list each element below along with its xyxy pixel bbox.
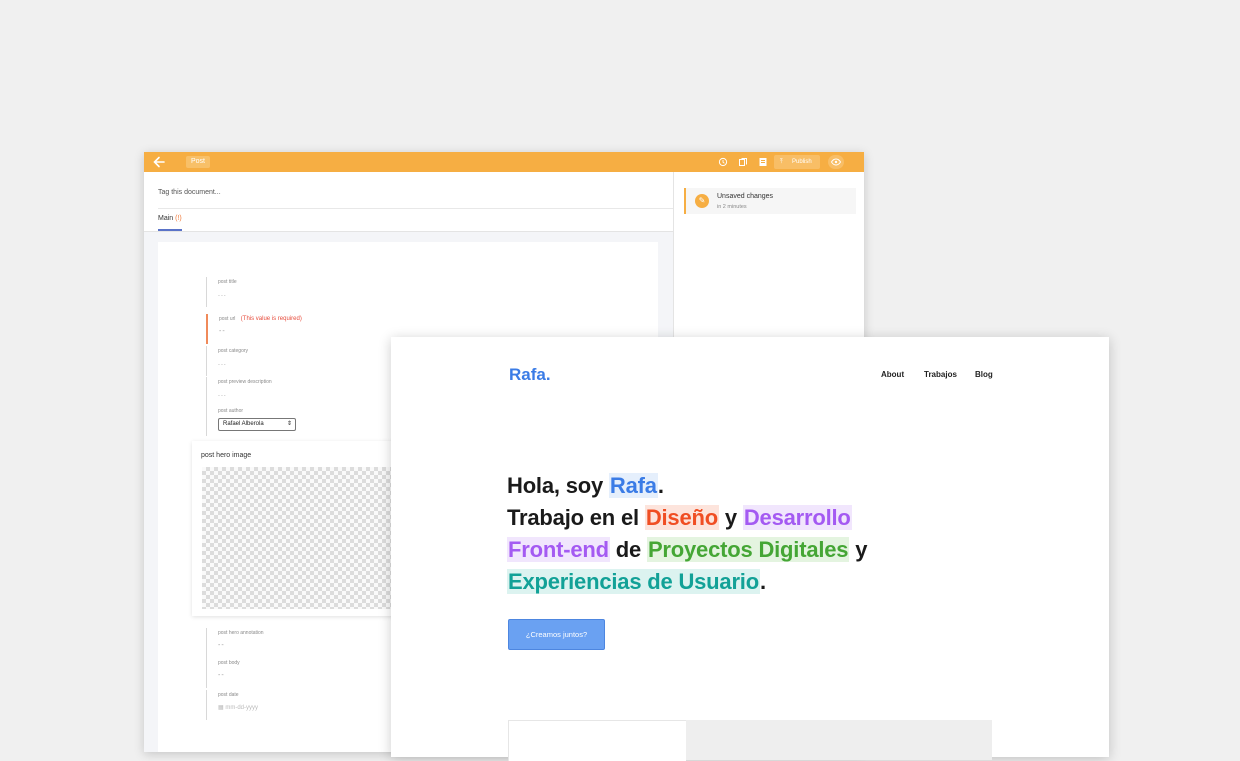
status-subtitle: in 2 minutes <box>717 204 747 210</box>
calendar-icon: ▦ <box>218 705 224 711</box>
field-value: ... <box>218 391 227 398</box>
field-post-date[interactable]: post date ▦ mm-dd-yyyy <box>206 690 258 720</box>
headline-line-4: Experiencias de Usuario. <box>507 566 867 598</box>
field-label-text: post url <box>219 316 236 322</box>
field-post-hero-annotation[interactable]: post hero annotation -- <box>206 628 264 658</box>
field-post-title[interactable]: post title ... <box>206 277 237 307</box>
headline-text: . <box>657 473 664 498</box>
field-label: post category <box>218 348 249 354</box>
nav-link-about[interactable]: About <box>881 370 904 379</box>
highlight-proyectos: Proyectos Digitales <box>646 537 850 562</box>
status-title: Unsaved changes <box>717 193 774 200</box>
highlight-desarrollo: Desarrollo <box>742 505 852 530</box>
field-value: ... <box>218 360 227 367</box>
project-preview-card[interactable] <box>508 720 686 761</box>
date-input[interactable]: ▦ mm-dd-yyyy <box>218 704 258 711</box>
hero-image-label: post hero image <box>201 452 252 459</box>
author-select-value: Rafael Alberola <box>223 421 264 427</box>
select-arrow-icon: ⇕ <box>286 421 292 427</box>
headline-text: de <box>609 537 647 562</box>
tab-main-label: Main <box>158 215 174 222</box>
pencil-icon: ✎ <box>695 194 709 208</box>
headline-text: . <box>759 569 766 594</box>
field-post-category[interactable]: post category ... <box>206 346 248 376</box>
field-label: post date <box>218 692 239 698</box>
field-post-body[interactable]: post body -- <box>206 658 240 688</box>
history-icon[interactable] <box>718 157 728 167</box>
highlight-name: Rafa <box>608 473 658 498</box>
field-value: -- <box>218 672 225 679</box>
field-label: post author <box>218 408 244 414</box>
tab-main[interactable]: Main (!) <box>158 215 182 222</box>
cms-topbar: Post ⤒ Publish <box>144 152 864 172</box>
tag-document-input[interactable]: Tag this document... <box>158 189 221 196</box>
document-icon[interactable] <box>758 157 768 167</box>
headline-line-2: Trabajo en el Diseño y Desarrollo <box>507 502 867 534</box>
eye-icon <box>830 158 842 166</box>
field-post-author: post author Rafael Alberola ⇕ <box>206 406 296 436</box>
highlight-diseno: Diseño <box>644 505 719 530</box>
tab-post[interactable]: Post <box>186 156 211 168</box>
headline-line-3: Front-end de Proyectos Digitales y <box>507 534 867 566</box>
preview-button[interactable] <box>828 155 844 169</box>
highlight-frontend: Front-end <box>507 537 610 562</box>
headline-line-1: Hola, soy Rafa. <box>507 470 867 502</box>
copy-icon[interactable] <box>738 157 748 167</box>
upload-icon: ⤒ <box>780 159 783 165</box>
project-preview-image <box>685 720 992 760</box>
cta-button[interactable]: ¿Creamos juntos? <box>508 619 605 650</box>
portfolio-window: Rafa. About Trabajos Blog Hola, soy Rafa… <box>391 337 1109 761</box>
headline-text: Trabajo en el <box>507 505 645 530</box>
field-error-message: (This value is required) <box>240 316 302 322</box>
field-label: post title <box>218 279 237 285</box>
status-panel: ✎ Unsaved changes in 2 minutes <box>684 188 856 214</box>
publish-label: Publish <box>792 159 812 165</box>
hero-headline: Hola, soy Rafa. Trabajo en el Diseño y D… <box>507 470 867 598</box>
field-label: post hero annotation <box>218 630 264 636</box>
back-arrow-icon[interactable] <box>152 155 166 169</box>
field-post-url[interactable]: post url (This value is required) -- <box>206 314 302 344</box>
tab-main-error-marker: (!) <box>175 215 182 222</box>
field-label: post preview description <box>218 379 272 385</box>
site-logo[interactable]: Rafa. <box>509 365 551 385</box>
divider <box>158 208 673 209</box>
field-value: ... <box>218 291 227 298</box>
publish-button[interactable]: ⤒ Publish <box>774 155 820 169</box>
field-label: post url (This value is required) <box>219 316 302 322</box>
field-value: -- <box>218 642 225 649</box>
headline-text: Hola, soy <box>507 473 609 498</box>
highlight-experiencias: Experiencias de Usuario <box>507 569 760 594</box>
nav-link-trabajos[interactable]: Trabajos <box>924 370 957 379</box>
field-label: post body <box>218 660 240 666</box>
date-placeholder: mm-dd-yyyy <box>225 705 259 711</box>
field-post-preview-description[interactable]: post preview description ... <box>206 377 272 407</box>
headline-text: y <box>849 537 868 562</box>
author-select[interactable]: Rafael Alberola ⇕ <box>218 418 296 431</box>
field-value: -- <box>219 328 226 335</box>
nav-link-blog[interactable]: Blog <box>975 370 993 379</box>
headline-text: y <box>718 505 743 530</box>
